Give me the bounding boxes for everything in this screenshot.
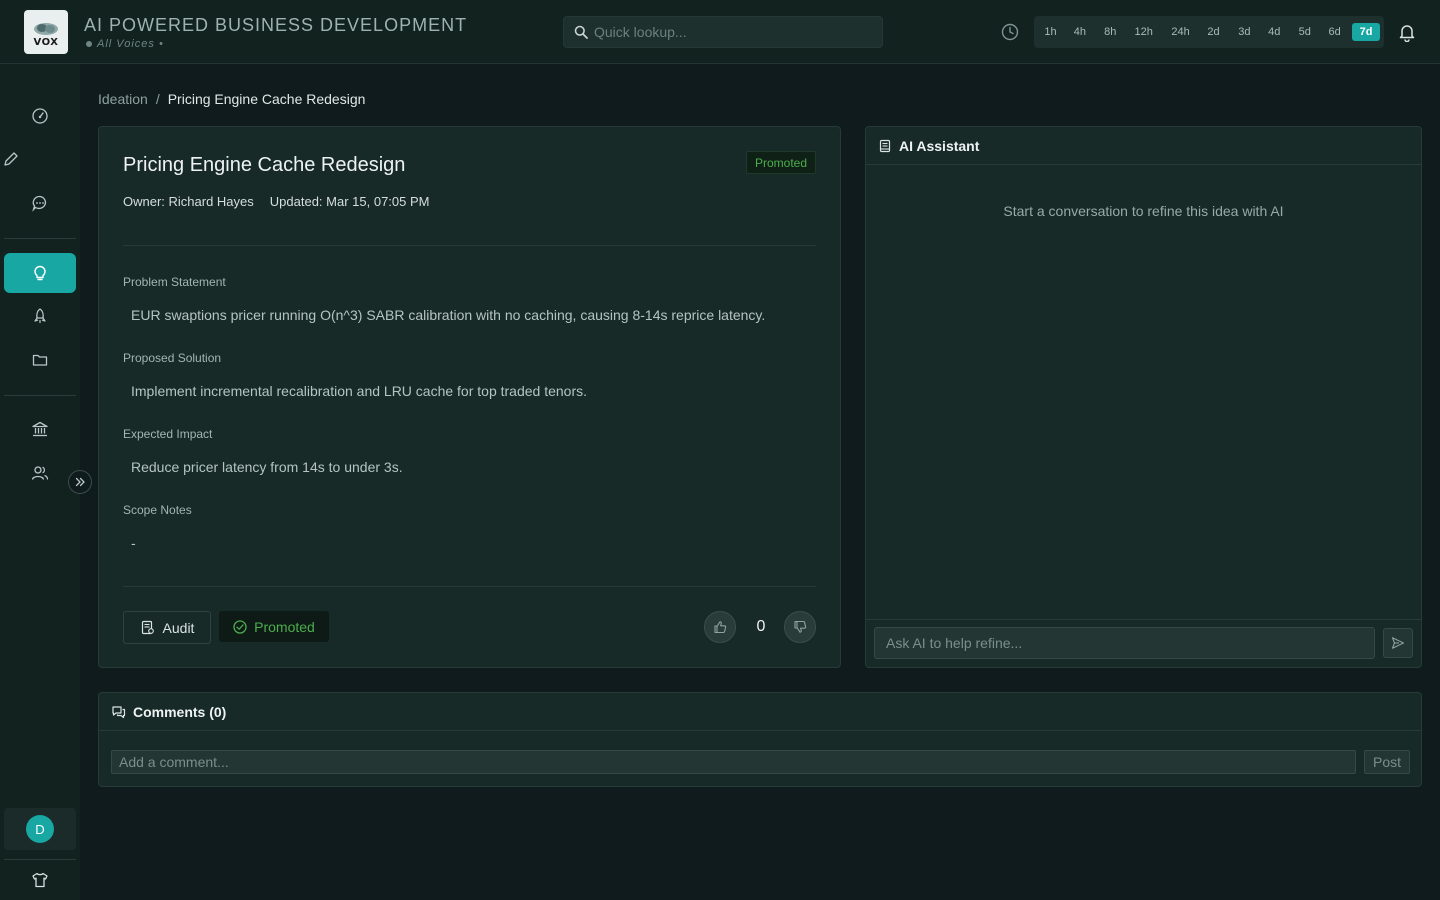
- scope-notes-value: -: [131, 535, 136, 551]
- rocket-icon[interactable]: [31, 307, 49, 325]
- notebook-icon: [879, 139, 891, 152]
- idea-meta: Owner: Richard Hayes Updated: Mar 15, 07…: [123, 194, 429, 209]
- chat-icon[interactable]: [31, 194, 49, 212]
- search-input[interactable]: [594, 24, 874, 40]
- sidebar-divider: [4, 859, 76, 860]
- pen-icon[interactable]: [2, 150, 20, 168]
- breadcrumb: Ideation / Pricing Engine Cache Redesign: [98, 91, 365, 107]
- comments-header: Comments (0): [99, 693, 1421, 731]
- proposed-solution-label: Proposed Solution: [123, 351, 222, 365]
- sidebar-expand-button[interactable]: [68, 470, 92, 494]
- breadcrumb-current: Pricing Engine Cache Redesign: [167, 91, 366, 107]
- users-icon[interactable]: [31, 464, 49, 482]
- comment-input[interactable]: [111, 750, 1356, 774]
- sidebar: D: [0, 64, 92, 900]
- thumbs-up-icon: [714, 621, 727, 634]
- range-4h[interactable]: 4h: [1063, 23, 1097, 41]
- comments-title: Comments (0): [133, 703, 227, 720]
- range-4d[interactable]: 4d: [1259, 23, 1289, 41]
- check-circle-icon: [233, 619, 247, 634]
- breadcrumb-ideation-link[interactable]: Ideation: [98, 91, 148, 107]
- bell-icon[interactable]: [1397, 22, 1417, 42]
- upvote-button[interactable]: [704, 611, 736, 643]
- ai-send-button[interactable]: [1383, 628, 1413, 658]
- scope-notes-label: Scope Notes: [123, 503, 192, 517]
- audit-log-icon: [141, 620, 154, 635]
- search-icon: [574, 25, 588, 39]
- section-divider: [123, 586, 816, 587]
- promoted-status-button[interactable]: Promoted: [219, 611, 329, 642]
- downvote-button[interactable]: [784, 611, 816, 643]
- expected-impact-value: Reduce pricer latency from 14s to under …: [131, 459, 403, 475]
- vote-count: 0: [756, 618, 766, 635]
- chevron-double-right-icon: [75, 477, 85, 487]
- promoted-button-label: Promoted: [254, 618, 315, 635]
- subtitle-text: All Voices •: [97, 38, 164, 50]
- comments-panel: Comments (0) Post: [98, 692, 1422, 787]
- bank-icon[interactable]: [31, 420, 49, 438]
- audit-button-label: Audit: [162, 619, 195, 636]
- updated-label: Updated: Mar 15, 07:05 PM: [269, 194, 430, 209]
- range-6d[interactable]: 6d: [1320, 23, 1349, 41]
- problem-statement-label: Problem Statement: [123, 275, 226, 289]
- app-logo[interactable]: VOX: [24, 10, 68, 54]
- dashboard-gauge-icon[interactable]: [31, 107, 49, 125]
- owner-label: Owner: Richard Hayes: [123, 194, 254, 209]
- range-2d[interactable]: 2d: [1198, 23, 1230, 41]
- comments-icon: [112, 705, 126, 718]
- range-5d[interactable]: 5d: [1289, 23, 1320, 41]
- range-3d[interactable]: 3d: [1229, 23, 1259, 41]
- clock-icon[interactable]: [1001, 23, 1019, 41]
- avatar: D: [26, 815, 54, 843]
- sidebar-divider: [4, 238, 76, 239]
- top-bar: VOX AI POWERED BUSINESS DEVELOPMENT All …: [0, 0, 1440, 64]
- range-1h[interactable]: 1h: [1038, 23, 1063, 41]
- status-dot: [86, 41, 92, 47]
- folder-icon[interactable]: [31, 351, 49, 369]
- thumbs-down-icon: [794, 620, 807, 633]
- ai-footer-divider: [866, 619, 1421, 620]
- sidebar-divider: [4, 395, 76, 396]
- idea-detail-card: Pricing Engine Cache Redesign Promoted O…: [98, 126, 841, 668]
- range-7d[interactable]: 7d: [1352, 23, 1380, 41]
- idea-title: Pricing Engine Cache Redesign: [123, 154, 406, 176]
- problem-statement-value: EUR swaptions pricer running O(n^3) SABR…: [131, 307, 766, 323]
- lightbulb-icon: [34, 265, 46, 281]
- range-24h[interactable]: 24h: [1164, 23, 1198, 41]
- expected-impact-label: Expected Impact: [123, 427, 213, 441]
- shirt-icon[interactable]: [31, 871, 49, 889]
- status-badge: Promoted: [745, 151, 816, 174]
- section-divider: [123, 245, 816, 246]
- proposed-solution-value: Implement incremental recalibration and …: [131, 383, 588, 399]
- quick-lookup-search[interactable]: [563, 16, 883, 48]
- time-range-selector: 1h 4h 8h 12h 24h 2d 3d 4d 5d 6d 7d: [1034, 16, 1384, 48]
- logo-mark-icon: [34, 23, 58, 35]
- user-menu[interactable]: D: [4, 808, 76, 850]
- breadcrumb-separator: /: [155, 91, 160, 107]
- ai-assistant-panel: AI Assistant Start a conversation to ref…: [865, 126, 1422, 668]
- ai-prompt-input[interactable]: [874, 627, 1375, 659]
- app-title: AI POWERED BUSINESS DEVELOPMENT: [84, 15, 468, 35]
- send-icon: [1391, 637, 1405, 649]
- range-12h[interactable]: 12h: [1124, 23, 1164, 41]
- app-subtitle: All Voices •: [86, 38, 164, 50]
- ai-assistant-title: AI Assistant: [899, 137, 980, 154]
- range-8h[interactable]: 8h: [1097, 23, 1124, 41]
- audit-button[interactable]: Audit: [123, 611, 211, 644]
- sidebar-item-ideation[interactable]: [4, 253, 76, 293]
- ai-assistant-header: AI Assistant: [866, 127, 1421, 165]
- logo-text: VOX: [33, 37, 59, 48]
- ai-empty-state: Start a conversation to refine this idea…: [1003, 203, 1284, 219]
- post-comment-button[interactable]: Post: [1364, 750, 1410, 774]
